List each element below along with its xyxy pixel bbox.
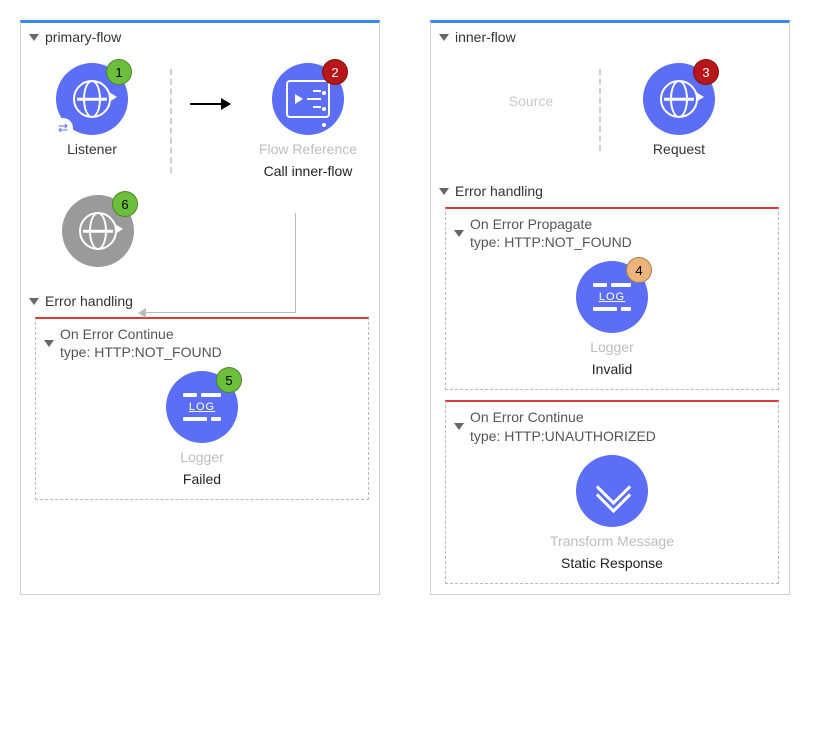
globe-icon: [73, 80, 111, 118]
handler-kind: On Error Propagate: [470, 215, 632, 233]
flow-body: Source 3 Request: [431, 45, 789, 173]
flow-panel-inner[interactable]: inner-flow Source 3 Request: [430, 20, 790, 595]
node-transform-message[interactable]: Transform Message Static Response: [532, 455, 692, 571]
diagram-canvas: primary-flow ⇄ 1 Listener: [20, 20, 805, 595]
flow-header[interactable]: inner-flow: [431, 23, 789, 45]
handler-type: type: HTTP:UNAUTHORIZED: [470, 427, 656, 445]
flow-title: inner-flow: [455, 29, 516, 45]
logger-icon: LOG: [180, 390, 224, 424]
node-http-request[interactable]: 3 Request: [619, 63, 739, 157]
chevron-down-icon: [454, 230, 464, 237]
exchange-icon: ⇄: [53, 118, 73, 138]
node-flow-reference[interactable]: 2 Flow Reference Call inner-flow: [248, 63, 368, 179]
globe-icon: [79, 212, 117, 250]
on-error-continue-box[interactable]: On Error Continue type: HTTP:NOT_FOUND L…: [35, 317, 369, 500]
node-http-listener[interactable]: ⇄ 1 Listener: [32, 63, 152, 157]
node-display-name: Call inner-flow: [264, 163, 353, 179]
chevron-down-icon: [29, 34, 39, 41]
node-type-label: Flow Reference: [259, 141, 357, 157]
node-logger[interactable]: LOG 4 Logger Invalid: [552, 261, 672, 377]
step-badge: 2: [322, 59, 348, 85]
error-section-title: Error handling: [455, 183, 543, 199]
process-scope: ⇄ 1 Listener: [31, 53, 369, 185]
handler-kind: On Error Continue: [470, 408, 656, 426]
error-section-header[interactable]: Error handling: [431, 179, 789, 203]
handler-type: type: HTTP:NOT_FOUND: [470, 233, 632, 251]
handler-header[interactable]: On Error Continue type: HTTP:UNAUTHORIZE…: [454, 408, 770, 444]
error-section-title: Error handling: [45, 293, 133, 309]
step-badge: 3: [693, 59, 719, 85]
step-badge: 5: [216, 367, 242, 393]
node-display-name: Invalid: [592, 361, 632, 377]
handler-header[interactable]: On Error Propagate type: HTTP:NOT_FOUND: [454, 215, 770, 251]
node-display-name: Static Response: [561, 555, 663, 571]
error-handling-section: Error handling On Error Continue type: H…: [21, 289, 379, 500]
process-scope: Source 3 Request: [441, 53, 779, 163]
chevron-down-icon: [44, 340, 54, 347]
node-type-label: Request: [653, 141, 705, 157]
chevron-down-icon: [439, 188, 449, 195]
flow-title: primary-flow: [45, 29, 121, 45]
flow-panel-primary[interactable]: primary-flow ⇄ 1 Listener: [20, 20, 380, 595]
chevron-down-icon: [439, 34, 449, 41]
return-row: 6: [31, 185, 369, 273]
node-listener-return[interactable]: 6: [53, 195, 143, 267]
source-divider: [599, 69, 601, 151]
node-type-label: Logger: [590, 339, 634, 355]
source-divider: [170, 69, 172, 173]
on-error-continue-box[interactable]: On Error Continue type: HTTP:UNAUTHORIZE…: [445, 400, 779, 583]
source-placeholder: Source: [481, 63, 581, 109]
flow-body: ⇄ 1 Listener: [21, 45, 379, 283]
on-error-propagate-box[interactable]: On Error Propagate type: HTTP:NOT_FOUND …: [445, 207, 779, 390]
node-logger[interactable]: LOG 5 Logger Failed: [142, 371, 262, 487]
node-type-label: Listener: [67, 141, 117, 157]
step-badge: 6: [112, 191, 138, 217]
flow-reference-icon: [286, 80, 330, 118]
node-display-name: Failed: [183, 471, 221, 487]
flow-header[interactable]: primary-flow: [21, 23, 379, 45]
handler-type: type: HTTP:NOT_FOUND: [60, 343, 222, 361]
error-handling-section: Error handling On Error Propagate type: …: [431, 179, 789, 584]
step-badge: 1: [106, 59, 132, 85]
transform-icon: [592, 471, 632, 511]
logger-icon: LOG: [590, 280, 634, 314]
handler-kind: On Error Continue: [60, 325, 222, 343]
handler-header[interactable]: On Error Continue type: HTTP:NOT_FOUND: [44, 325, 360, 361]
step-badge: 4: [626, 257, 652, 283]
chevron-down-icon: [29, 298, 39, 305]
globe-icon: [660, 80, 698, 118]
arrow-right-icon: [190, 103, 230, 105]
node-type-label: Logger: [180, 449, 224, 465]
node-type-label: Transform Message: [550, 533, 674, 549]
chevron-down-icon: [454, 423, 464, 430]
